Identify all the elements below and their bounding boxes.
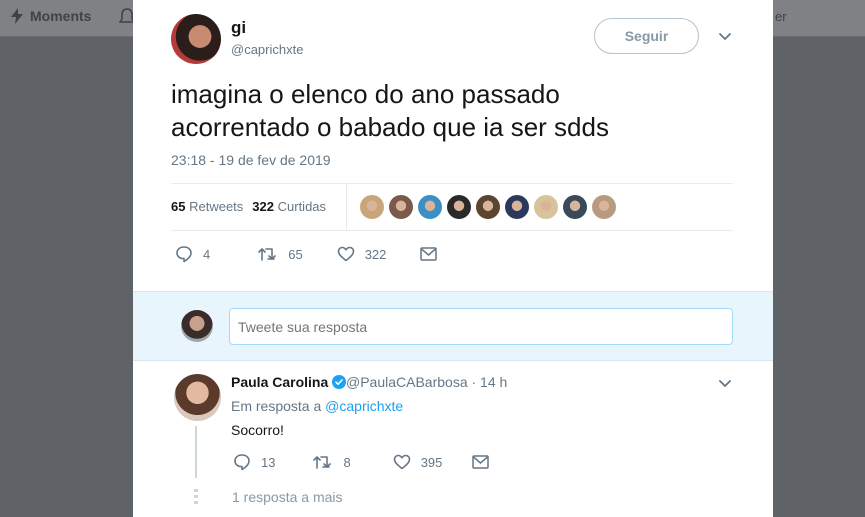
- current-user-avatar[interactable]: [181, 310, 213, 342]
- liker-avatar[interactable]: [534, 195, 558, 219]
- tweet-stats: 65 Retweets 322 Curtidas: [171, 199, 326, 214]
- retweet-button[interactable]: 8: [313, 454, 351, 470]
- retweets-stat-count: 65: [171, 199, 186, 214]
- divider: [171, 230, 733, 231]
- likes-stat-label: Curtidas: [277, 199, 327, 214]
- reply-button[interactable]: 4: [175, 245, 210, 263]
- direct-message-button[interactable]: [472, 455, 490, 469]
- retweet-count: 8: [343, 454, 351, 470]
- author-avatar[interactable]: [171, 14, 221, 64]
- chevron-down-icon[interactable]: [717, 375, 733, 391]
- tweet-text: imagina o elenco do ano passado acorrent…: [171, 78, 731, 144]
- divider: [171, 183, 733, 184]
- tweet-timestamp[interactable]: 23:18 - 19 de fev de 2019: [171, 152, 331, 168]
- tweet-text-line: acorrentado o babado que ia ser sdds: [171, 112, 609, 142]
- reply-icon: [176, 246, 192, 263]
- retweets-stat-label: Retweets: [189, 199, 244, 214]
- reply-input[interactable]: [229, 308, 733, 345]
- like-button[interactable]: 322: [337, 246, 387, 262]
- reply-count: 13: [261, 454, 276, 470]
- liker-avatar[interactable]: [360, 195, 384, 219]
- liker-avatar[interactable]: [592, 195, 616, 219]
- reply-icon: [234, 454, 250, 471]
- follow-button[interactable]: Seguir: [594, 18, 699, 54]
- tweet-actions: 4 65 322: [175, 245, 471, 263]
- like-button[interactable]: 395: [393, 454, 443, 470]
- reply-author-avatar[interactable]: [174, 374, 221, 421]
- reply-actions: 13 8 395: [233, 453, 523, 471]
- reply-author-name[interactable]: Paula Carolina: [231, 374, 347, 390]
- retweet-icon: [258, 248, 277, 261]
- lightning-icon: [11, 8, 23, 24]
- reply-text: Socorro!: [231, 422, 284, 438]
- moments-nav-item[interactable]: Moments: [10, 8, 91, 24]
- like-count: 395: [420, 454, 443, 470]
- author-name[interactable]: gi: [231, 18, 246, 38]
- reply-author-name-text: Paula Carolina: [231, 374, 329, 390]
- likes-stat-count: 322: [252, 199, 274, 214]
- like-count: 322: [364, 246, 387, 262]
- divider: [346, 184, 347, 230]
- direct-message-button[interactable]: [420, 247, 438, 261]
- liker-avatar[interactable]: [476, 195, 500, 219]
- liker-avatar[interactable]: [447, 195, 471, 219]
- liker-avatar[interactable]: [563, 195, 587, 219]
- thread-dots: [194, 489, 198, 505]
- retweet-button[interactable]: 65: [258, 246, 303, 262]
- verified-badge-icon: [332, 375, 347, 389]
- retweet-icon: [313, 456, 332, 469]
- replying-to-prefix: Em resposta a: [231, 398, 322, 414]
- reply-button[interactable]: 13: [233, 453, 275, 471]
- liker-avatar[interactable]: [389, 195, 413, 219]
- chevron-down-icon[interactable]: [717, 28, 733, 44]
- tweet-text-line: imagina o elenco do ano passado: [171, 79, 560, 109]
- nav-right-text: er: [775, 9, 787, 24]
- envelope-icon: [420, 247, 438, 261]
- tweet-modal: gi @caprichxte Seguir imagina o elenco d…: [133, 0, 773, 517]
- show-more-replies-link[interactable]: 1 resposta a mais: [232, 489, 343, 505]
- moments-label: Moments: [30, 8, 92, 24]
- thread-line: [195, 426, 197, 478]
- liker-avatar[interactable]: [505, 195, 529, 219]
- envelope-icon: [472, 455, 490, 469]
- author-handle[interactable]: @caprichxte: [231, 42, 303, 57]
- heart-icon: [393, 454, 411, 470]
- reply-composer: [133, 291, 773, 361]
- liker-avatar[interactable]: [418, 195, 442, 219]
- likes-stat[interactable]: 322 Curtidas: [252, 199, 326, 214]
- replying-to-mention[interactable]: @caprichxte: [325, 398, 403, 414]
- retweets-stat[interactable]: 65 Retweets: [171, 199, 243, 214]
- replying-to: Em resposta a @caprichxte: [231, 398, 403, 414]
- heart-icon: [337, 246, 355, 262]
- retweet-count: 65: [288, 246, 303, 262]
- reply-meta[interactable]: @PaulaCABarbosa · 14 h: [346, 374, 507, 390]
- likers-avatar-list: [360, 195, 616, 219]
- reply-count: 4: [203, 246, 211, 262]
